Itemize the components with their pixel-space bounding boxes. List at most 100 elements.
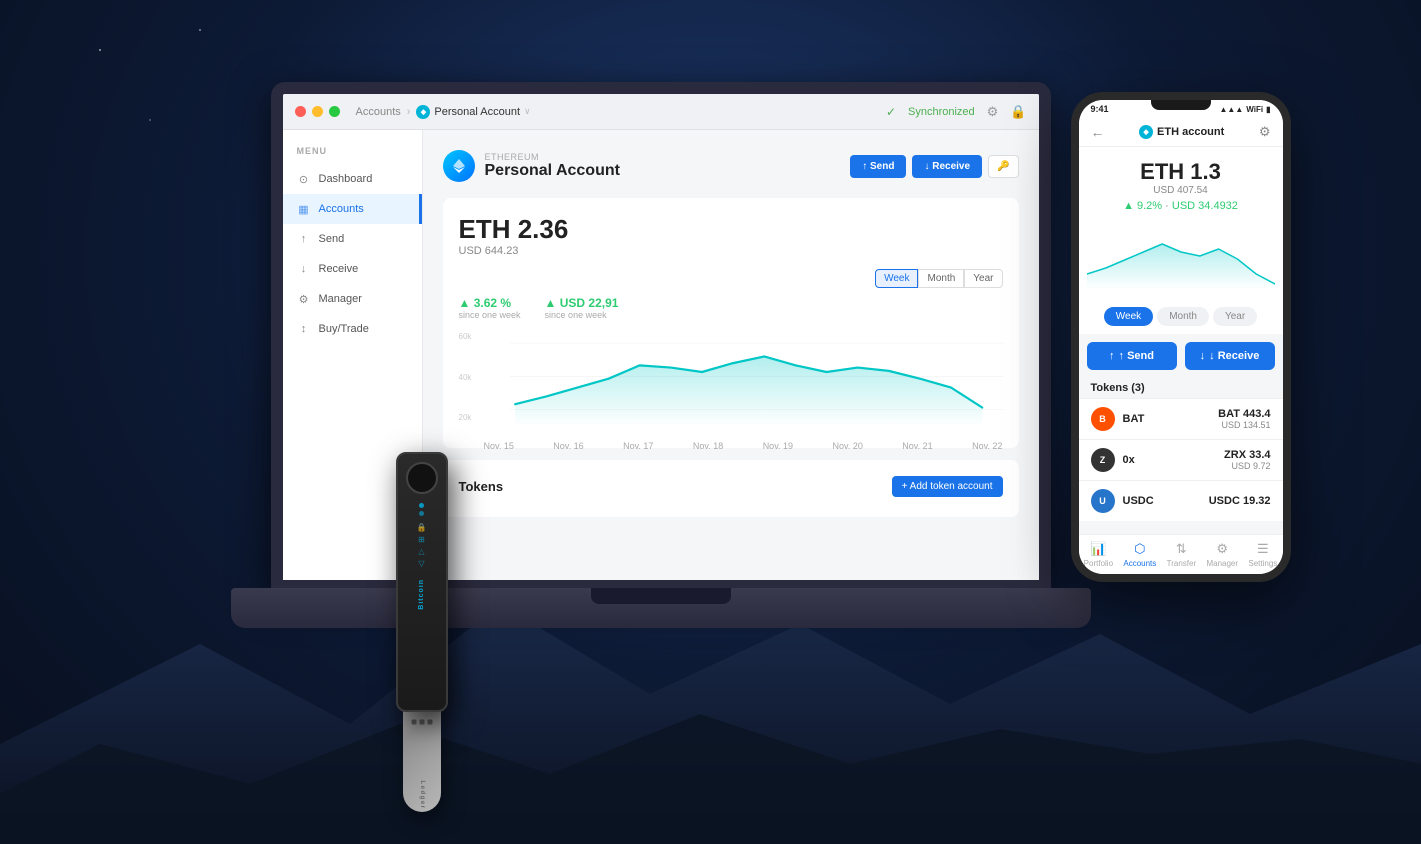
send-button[interactable]: ↑ Send: [850, 155, 906, 178]
device-indicator-1: [419, 503, 424, 508]
phone-bottom-nav: 📊 Portfolio ⬡ Accounts ⇅ Transfer ⚙ Mana…: [1079, 534, 1283, 574]
phone-period-year[interactable]: Year: [1213, 307, 1257, 326]
token-usdc-name: USDC: [1123, 495, 1154, 507]
token-zrx-item[interactable]: Z 0x ZRX 33.4 USD 9.72: [1079, 439, 1283, 480]
buytrade-icon: ↕: [297, 322, 311, 336]
maximize-button[interactable]: [329, 106, 340, 117]
phone-time: 9:41: [1091, 104, 1109, 114]
phone-action-buttons: ↑ ↑ Send ↓ ↓ Receive: [1079, 334, 1283, 378]
sidebar-item-dashboard[interactable]: ⊙ Dashboard: [283, 164, 422, 194]
token-bat-name: BAT: [1123, 413, 1145, 425]
period-week-button[interactable]: Week: [875, 269, 918, 288]
send-icon: ↑: [297, 232, 311, 246]
device-button[interactable]: [406, 462, 438, 494]
token-zrx-usd: USD 9.72: [1224, 461, 1270, 471]
eth-logo: [443, 150, 475, 182]
tokens-header: Tokens + Add token account: [459, 476, 1003, 497]
receive-button[interactable]: ↓ Receive: [912, 155, 982, 178]
phone-account-name: ETH account: [1157, 126, 1224, 138]
breadcrumb-account-name: Personal Account: [434, 106, 520, 118]
add-token-button[interactable]: + Add token account: [892, 476, 1003, 497]
device-icon-key: ⊞: [418, 535, 425, 544]
phone-period-week[interactable]: Week: [1104, 307, 1153, 326]
phone-send-button[interactable]: ↑ ↑ Send: [1087, 342, 1177, 370]
key-button[interactable]: 🔑: [988, 155, 1018, 178]
token-zrx-right: ZRX 33.4 USD 9.72: [1224, 449, 1270, 471]
accounts-icon: ▦: [297, 202, 311, 216]
ledger-brand-text: Ledger: [419, 780, 425, 809]
chart-svg: [459, 332, 1003, 432]
logo-dot-3: [427, 720, 432, 725]
phone-change-usd-value: USD 34.4932: [1172, 200, 1238, 212]
signal-icon: ▲▲▲: [1220, 105, 1244, 114]
y-label-20k: 20k: [459, 413, 472, 422]
send-button-label: ↑ Send: [862, 161, 894, 172]
account-header: ETHEREUM Personal Account ↑ Send ↓ Recei…: [443, 150, 1019, 182]
x-label-4: Nov. 19: [763, 441, 793, 451]
window-titlebar: Accounts › ◆ Personal Account ∨ ✓ Synchr…: [283, 94, 1039, 130]
nav-transfer[interactable]: ⇅ Transfer: [1167, 541, 1197, 568]
x-label-0: Nov. 15: [484, 441, 514, 451]
balance-section: ETH 2.36 USD 644.23 Week Month Year ▲ 3.…: [443, 198, 1019, 448]
settings-nav-icon: ☰: [1257, 541, 1269, 557]
phone-back-button[interactable]: ←: [1091, 124, 1105, 140]
phone-change-percent: ▲ 9.2%: [1123, 200, 1162, 212]
sidebar-item-manager-label: Manager: [319, 293, 362, 305]
nav-settings[interactable]: ☰ Settings: [1248, 541, 1277, 568]
nav-portfolio[interactable]: 📊 Portfolio: [1084, 541, 1113, 568]
token-bat-item[interactable]: B BAT BAT 443.4 USD 134.51: [1079, 398, 1283, 439]
token-zrx-left: Z 0x: [1091, 448, 1135, 472]
token-zrx-amount: ZRX 33.4: [1224, 449, 1270, 461]
laptop-outer-container: Accounts › ◆ Personal Account ∨ ✓ Synchr…: [211, 82, 1211, 762]
phone-screen: 9:41 ▲▲▲ WiFi ▮ ← ◆ ETH account ⚙ ETH 1.…: [1079, 100, 1283, 574]
transfer-icon: ⇅: [1176, 541, 1187, 557]
period-year-button[interactable]: Year: [964, 269, 1002, 288]
account-subtitle: ETHEREUM: [485, 152, 620, 162]
manager-icon: ⚙: [297, 292, 311, 306]
device-icon-up: △: [418, 547, 424, 556]
nav-manager[interactable]: ⚙ Manager: [1206, 541, 1238, 568]
nav-accounts[interactable]: ⬡ Accounts: [1123, 541, 1156, 568]
token-usdc-item[interactable]: U USDC USDC 19.32: [1079, 480, 1283, 521]
token-usdc-right: USDC 19.32: [1209, 495, 1271, 507]
bitcoin-text: Bitcoin: [418, 579, 425, 610]
minimize-button[interactable]: [312, 106, 323, 117]
breadcrumb-account-active: ◆ Personal Account ∨: [416, 105, 530, 119]
breadcrumb: Accounts › ◆ Personal Account ∨: [356, 105, 886, 119]
settings-icon[interactable]: ⚙: [987, 104, 999, 120]
token-bat-icon: B: [1091, 407, 1115, 431]
stats-row: ▲ 3.62 % since one week ▲ USD 22,91 sinc…: [459, 296, 1003, 320]
phone-send-icon: ↑: [1109, 350, 1115, 362]
nav-accounts-label: Accounts: [1123, 559, 1156, 568]
phone-header: ← ◆ ETH account ⚙: [1079, 118, 1283, 147]
sidebar-item-send[interactable]: ↑ Send: [283, 224, 422, 254]
phone-settings-icon[interactable]: ⚙: [1259, 124, 1271, 140]
close-button[interactable]: [295, 106, 306, 117]
phone-title: ◆ ETH account: [1139, 125, 1224, 139]
x-label-2: Nov. 17: [623, 441, 653, 451]
chart-x-labels: Nov. 15 Nov. 16 Nov. 17 Nov. 18 Nov. 19 …: [459, 437, 1003, 451]
sidebar-item-accounts[interactable]: ▦ Accounts: [283, 194, 422, 224]
period-month-button[interactable]: Month: [918, 269, 964, 288]
main-panel: ETHEREUM Personal Account ↑ Send ↓ Recei…: [423, 130, 1039, 580]
tokens-section: Tokens + Add token account: [443, 460, 1019, 517]
nav-transfer-label: Transfer: [1167, 559, 1197, 568]
token-usdc-icon: U: [1091, 489, 1115, 513]
phone-receive-button[interactable]: ↓ ↓ Receive: [1185, 342, 1275, 370]
traffic-lights: [295, 106, 340, 117]
phone-period-month[interactable]: Month: [1157, 307, 1209, 326]
breadcrumb-accounts[interactable]: Accounts: [356, 106, 401, 118]
x-label-3: Nov. 18: [693, 441, 723, 451]
device-icon-lock: 🔒: [417, 523, 427, 532]
phone-balance-eth: ETH 1.3: [1091, 159, 1271, 185]
sidebar-item-buytrade[interactable]: ↕ Buy/Trade: [283, 314, 422, 344]
stat-usd-value: ▲ USD 22,91: [545, 296, 619, 310]
laptop-screen-bezel: Accounts › ◆ Personal Account ∨ ✓ Synchr…: [271, 82, 1051, 592]
sidebar-item-manager[interactable]: ⚙ Manager: [283, 284, 422, 314]
receive-icon: ↓: [297, 262, 311, 276]
lock-icon[interactable]: 🔒: [1010, 104, 1026, 120]
phone-tokens-header: Tokens (3): [1079, 378, 1283, 398]
phone-chart-svg: [1087, 224, 1275, 294]
token-bat-usd: USD 134.51: [1218, 420, 1270, 430]
sidebar-item-receive[interactable]: ↓ Receive: [283, 254, 422, 284]
